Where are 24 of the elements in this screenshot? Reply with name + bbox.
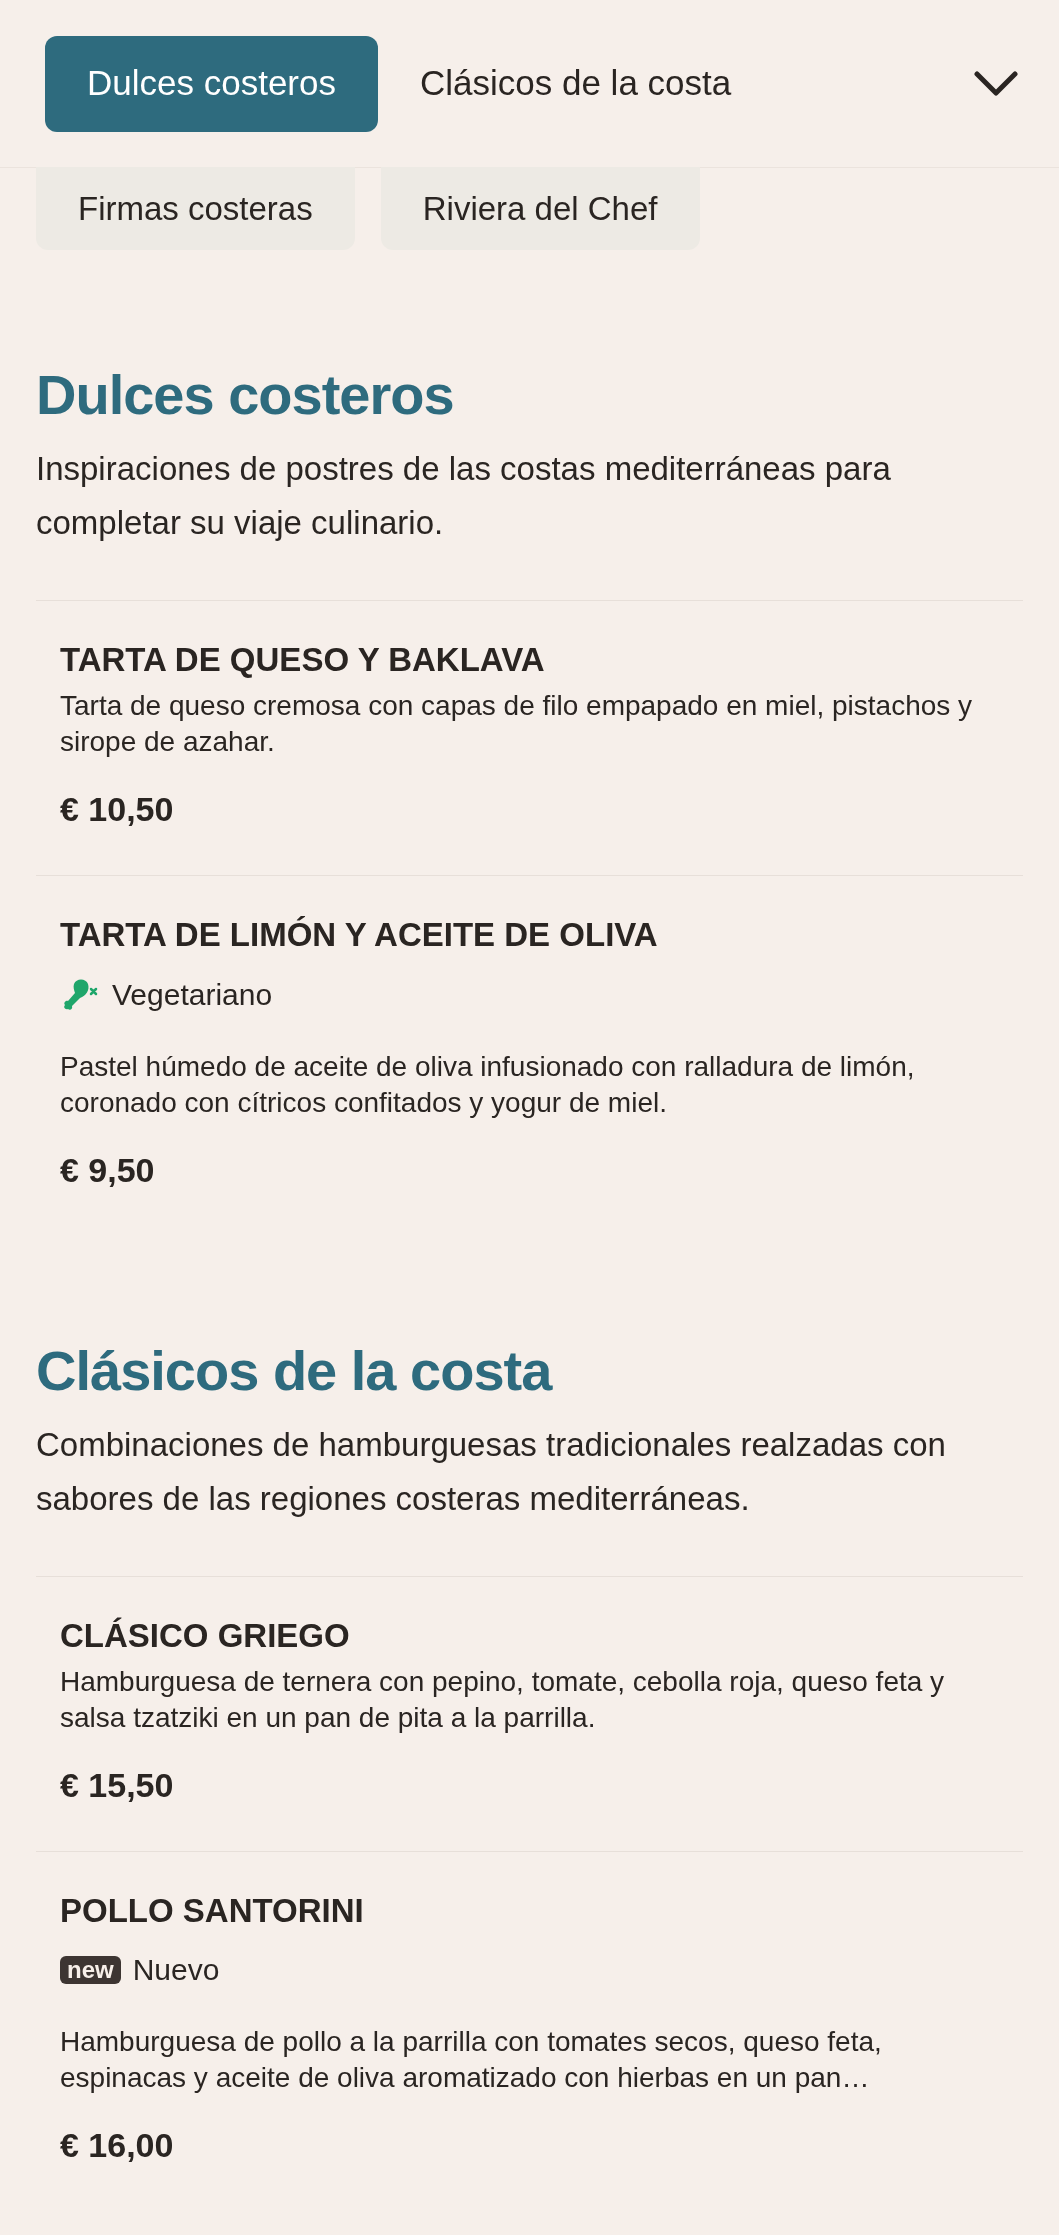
item-price: € 9,50 — [60, 1149, 156, 1191]
category-tab[interactable]: Clásicos de la costa — [378, 35, 774, 132]
chevron-down-icon[interactable] — [973, 69, 1019, 98]
item-name: TARTA DE LIMÓN Y ACEITE DE OLIVA — [60, 915, 659, 956]
new-badge: new — [60, 1955, 121, 1984]
category-tab[interactable]: Dulces costeros — [45, 35, 378, 132]
item-price: € 10,50 — [60, 789, 175, 831]
item-price: € 16,00 — [60, 2125, 175, 2166]
section-title: Dulces costeros — [36, 362, 455, 428]
item-price: € 15,50 — [60, 1764, 175, 1806]
tag-label: Nuevo — [132, 1952, 220, 1988]
item-description: Tarta de queso cremosa con capas de filo empapado en miel, pistachos y sirope de azahar. — [60, 689, 974, 760]
item-description: Hamburguesa de ternera con pepino, tomate, cebolla roja, queso feta y salsa tzatziki en un pan de pita a la parrilla. — [60, 1664, 946, 1735]
item-name: TARTA DE QUESO Y BAKLAVA — [60, 640, 546, 680]
item-description: Pastel húmedo de aceite de oliva infusionado con ralladura de limón, coronado con cítricos confitados y yogur de miel. — [60, 1049, 916, 1120]
category-tab[interactable]: Riviera del Chef — [380, 167, 700, 250]
section-description: Inspiraciones de postres de las costas mediterráneas para completar su viaje culinario. — [36, 449, 892, 543]
item-description: Hamburguesa de pollo a la parrilla con tomates secos, queso feta, espinacas y aceite de oliva aromatizado con hierbas en un pan… — [60, 2025, 883, 2095]
section-title: Clásicos de la costa — [36, 1337, 554, 1404]
item-name: CLÁSICO GRIEGO — [60, 1615, 351, 1656]
section-description: Combinaciones de hamburguesas tradicionales realzadas con sabores de las regiones costeras mediterráneas. — [36, 1424, 947, 1519]
item-name: POLLO SANTORINI — [60, 1890, 365, 1931]
tag-label: Vegetariano — [112, 976, 273, 1013]
category-tab[interactable]: Firmas costeras — [36, 167, 355, 250]
